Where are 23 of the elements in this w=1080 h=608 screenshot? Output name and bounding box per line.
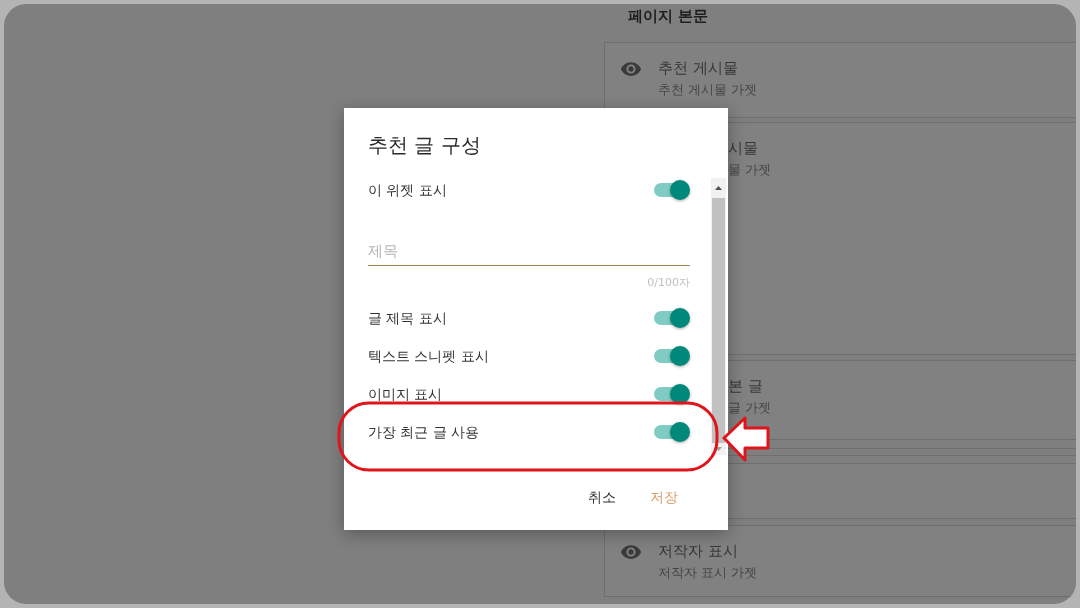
scroll-up-icon[interactable] bbox=[715, 186, 722, 190]
toggle-label: 텍스트 스니펫 표시 bbox=[368, 346, 489, 366]
toggle-switch[interactable] bbox=[654, 306, 690, 330]
toggle-label: 글 제목 표시 bbox=[368, 308, 447, 328]
scrollbar-thumb[interactable] bbox=[712, 198, 725, 443]
toggle-label: 이 위젯 표시 bbox=[368, 180, 447, 200]
gadget-title: 추천 게시물 bbox=[658, 58, 739, 79]
gadget-title: 시물 bbox=[728, 138, 759, 159]
dialog-title: 추천 글 구성 bbox=[368, 132, 482, 159]
character-counter: 0/100자 bbox=[647, 276, 690, 290]
toggle-switch[interactable] bbox=[654, 178, 690, 202]
gadget-title: 저작자 표시 bbox=[658, 541, 739, 562]
gadget-subtitle: 추천 게시물 가젯 bbox=[658, 81, 758, 99]
toggle-label: 이미지 표시 bbox=[368, 384, 443, 404]
scrollbar[interactable] bbox=[711, 178, 726, 455]
scroll-down-icon[interactable] bbox=[715, 447, 722, 451]
section-title: 페이지 본문 bbox=[627, 6, 710, 26]
gadget-title: 본 글 bbox=[728, 376, 764, 397]
gadget-subtitle: 저작자 표시 가젯 bbox=[658, 564, 758, 582]
toggle-label: 가장 최근 글 사용 bbox=[368, 422, 480, 442]
toggle-switch[interactable] bbox=[654, 344, 690, 368]
toggle-switch[interactable] bbox=[654, 420, 690, 444]
cancel-button[interactable]: 취소 bbox=[576, 479, 628, 515]
